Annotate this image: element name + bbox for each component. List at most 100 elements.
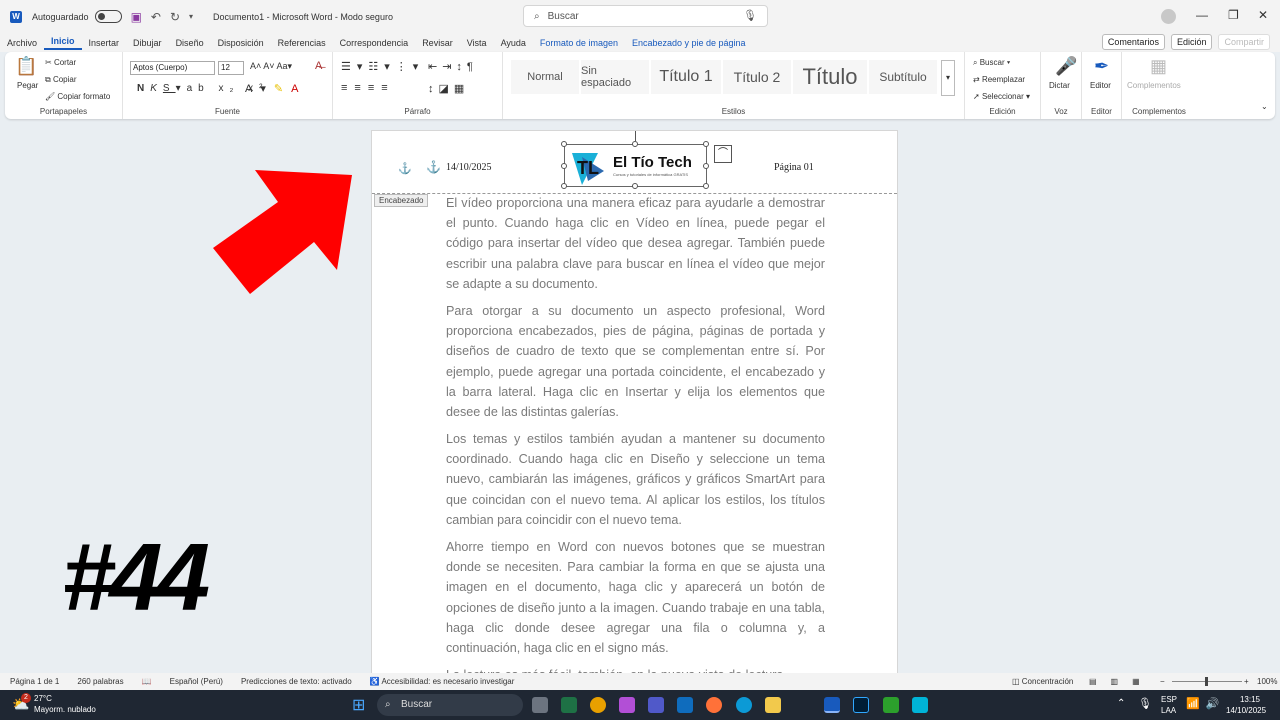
resize-handle[interactable] bbox=[561, 141, 567, 147]
editor-button[interactable]: Editor bbox=[1090, 81, 1111, 90]
save-icon[interactable]: ▣ bbox=[131, 10, 142, 24]
comments-button[interactable]: Comentarios bbox=[1101, 34, 1165, 50]
list-buttons[interactable]: ☰▾☷▾⋮▾ bbox=[341, 60, 424, 73]
chrome-icon[interactable] bbox=[590, 697, 606, 713]
zoom-in-icon[interactable]: + bbox=[1244, 677, 1249, 686]
spacing-shading-buttons[interactable]: ↕◪▦ bbox=[428, 82, 469, 95]
view-buttons[interactable]: ▤▥▦ bbox=[1089, 677, 1154, 686]
excel-icon[interactable] bbox=[561, 697, 577, 713]
find-button[interactable]: ⌕ Buscar ▾ bbox=[973, 58, 1010, 68]
resize-handle[interactable] bbox=[632, 141, 638, 147]
accessibility-icon[interactable]: ♿ Accesibilidad: es necesario investigar bbox=[370, 677, 515, 686]
font-size-select[interactable]: 12 bbox=[218, 61, 244, 75]
collapse-ribbon-icon[interactable]: ⌄ bbox=[1261, 102, 1268, 111]
layout-options-icon[interactable]: ⌒ bbox=[714, 145, 732, 163]
tab-archivo[interactable]: Archivo bbox=[0, 38, 44, 48]
style-normal[interactable]: Normal bbox=[511, 60, 579, 94]
addins-grid-icon[interactable]: ▦ bbox=[1150, 56, 1167, 77]
windows-start-icon[interactable]: ⊞ bbox=[352, 695, 365, 715]
resize-handle[interactable] bbox=[561, 163, 567, 169]
share-button[interactable]: Compartir bbox=[1218, 34, 1270, 50]
paste-icon[interactable]: 📋 bbox=[15, 56, 37, 77]
align-buttons[interactable]: ≡≡≡≡ bbox=[341, 82, 395, 94]
customize-qat-icon[interactable]: ▾ bbox=[189, 12, 193, 21]
replace-button[interactable]: ⇄ Reemplazar bbox=[973, 75, 1025, 84]
zoom-slider-thumb[interactable] bbox=[1205, 677, 1208, 686]
resize-handle[interactable] bbox=[703, 183, 709, 189]
undo-icon[interactable]: ↶ bbox=[151, 10, 161, 24]
resize-handle[interactable] bbox=[703, 141, 709, 147]
dictate-button[interactable]: Dictar bbox=[1049, 81, 1070, 90]
microphone-icon[interactable]: 🎙 bbox=[743, 9, 757, 22]
keyboard-layout[interactable]: LAA bbox=[1161, 706, 1176, 715]
camtasia-icon[interactable] bbox=[883, 697, 899, 713]
minimize-icon[interactable]: — bbox=[1196, 8, 1208, 22]
resize-handle[interactable] bbox=[703, 163, 709, 169]
paragraph-1[interactable]: El vídeo proporciona una manera eficaz p… bbox=[446, 193, 825, 294]
zoom-level[interactable]: 100% bbox=[1257, 677, 1277, 686]
weather-desc[interactable]: Mayorm. nublado bbox=[34, 705, 96, 714]
paste-button[interactable]: Pegar bbox=[17, 81, 38, 90]
task-view-icon[interactable] bbox=[532, 697, 548, 713]
language-code[interactable]: ESP bbox=[1161, 695, 1177, 704]
style-heading1[interactable]: Título 1 bbox=[651, 60, 721, 94]
tab-correspondencia[interactable]: Correspondencia bbox=[333, 38, 416, 48]
copy-button[interactable]: ⧉ Copiar bbox=[45, 75, 77, 85]
photoshop-icon[interactable] bbox=[853, 697, 869, 713]
paragraph-3[interactable]: Los temas y estilos también ayudan a man… bbox=[446, 429, 825, 530]
tab-formato-imagen[interactable]: Formato de imagen bbox=[533, 38, 625, 48]
focus-button[interactable]: ◫ Concentración bbox=[1012, 677, 1073, 686]
editor-pen-icon[interactable]: ✒ bbox=[1094, 56, 1109, 77]
format-painter-button[interactable]: 🖌 Copiar formato bbox=[45, 92, 110, 101]
clear-format-icon[interactable]: A̶ bbox=[315, 60, 322, 72]
cut-button[interactable]: ✂ Cortar bbox=[45, 58, 76, 67]
indent-sort-buttons[interactable]: ⇤⇥↕¶ bbox=[428, 60, 478, 73]
user-avatar[interactable] bbox=[1161, 9, 1176, 24]
word-taskbar-icon[interactable] bbox=[824, 697, 840, 713]
rotate-handle[interactable] bbox=[635, 131, 636, 141]
firefox-icon[interactable] bbox=[706, 697, 722, 713]
microphone-icon[interactable]: 🎙 bbox=[1138, 697, 1152, 710]
style-title[interactable]: Título bbox=[793, 60, 867, 94]
addins-button[interactable]: Complementos bbox=[1127, 81, 1181, 90]
status-predictions[interactable]: Predicciones de texto: activado bbox=[241, 677, 352, 686]
app-icon[interactable] bbox=[912, 697, 928, 713]
select-button[interactable]: ➚ Seleccionar ▾ bbox=[973, 92, 1030, 101]
teams-icon[interactable] bbox=[648, 697, 664, 713]
redo-icon[interactable]: ↻ bbox=[170, 10, 180, 24]
tab-referencias[interactable]: Referencias bbox=[271, 38, 333, 48]
tab-encabezado-pie[interactable]: Encabezado y pie de página bbox=[625, 38, 753, 48]
tab-vista[interactable]: Vista bbox=[460, 38, 494, 48]
zoom-out-icon[interactable]: − bbox=[1160, 677, 1165, 686]
tab-inicio[interactable]: Inicio bbox=[44, 36, 82, 50]
resize-handle[interactable] bbox=[632, 183, 638, 189]
tab-revisar[interactable]: Revisar bbox=[415, 38, 460, 48]
header-logo-image[interactable]: TL El Tío Tech Cursos y tutoriales de in… bbox=[561, 131, 709, 189]
weather-temp[interactable]: 27°C bbox=[34, 694, 52, 703]
tab-insertar[interactable]: Insertar bbox=[82, 38, 127, 48]
font-size-buttons[interactable]: A˄ A˅ Aa▾ bbox=[250, 61, 292, 72]
restore-icon[interactable]: ❐ bbox=[1228, 8, 1239, 22]
paragraph-5[interactable]: La lectura es más fácil, también, en la … bbox=[446, 665, 825, 673]
header-page-number[interactable]: Página 01 bbox=[774, 162, 814, 173]
tab-ayuda[interactable]: Ayuda bbox=[494, 38, 533, 48]
resize-handle[interactable] bbox=[561, 183, 567, 189]
close-icon[interactable]: ✕ bbox=[1258, 8, 1268, 22]
clock-time[interactable]: 13:15 bbox=[1230, 695, 1270, 704]
paragraph-2[interactable]: Para otorgar a su documento un aspecto p… bbox=[446, 301, 825, 422]
font-color-buttons[interactable]: A▾✎A bbox=[245, 82, 306, 95]
microphone-icon[interactable]: 🎤 bbox=[1055, 56, 1077, 77]
outlook-icon[interactable] bbox=[677, 697, 693, 713]
status-words[interactable]: 260 palabras bbox=[77, 677, 123, 686]
chevron-up-icon[interactable]: ⌃ bbox=[1117, 698, 1125, 709]
taskbar-search[interactable]: ⌕ Buscar bbox=[377, 694, 523, 716]
system-tray-icons[interactable]: 📶🔊 bbox=[1186, 697, 1225, 710]
editing-mode-button[interactable]: Edición bbox=[1170, 34, 1213, 50]
paragraph-4[interactable]: Ahorre tiempo en Word con nuevos botones… bbox=[446, 537, 825, 658]
status-language[interactable]: Español (Perú) bbox=[170, 677, 223, 686]
styles-more-icon[interactable]: ▾ bbox=[941, 60, 955, 96]
search-box[interactable]: ⌕ Buscar 🎙 bbox=[523, 5, 768, 27]
tab-diseno[interactable]: Diseño bbox=[169, 38, 211, 48]
tab-dibujar[interactable]: Dibujar bbox=[126, 38, 169, 48]
edge-icon[interactable] bbox=[736, 697, 752, 713]
